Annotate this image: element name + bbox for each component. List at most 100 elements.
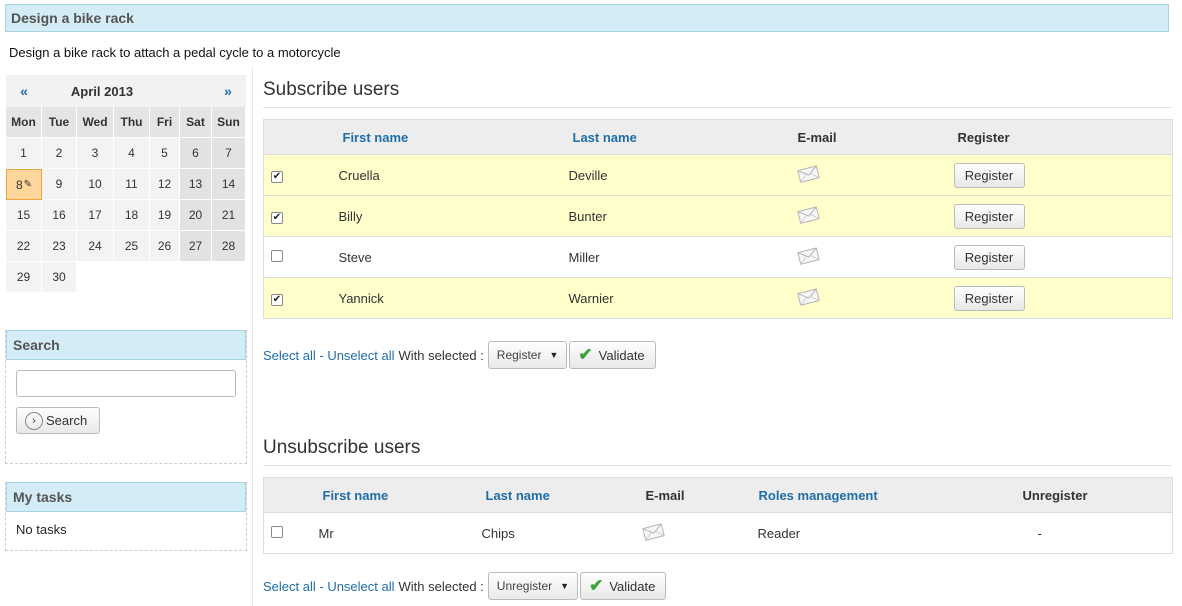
check-icon: ✔ [589,576,604,595]
register-button[interactable]: Register [953,203,1025,229]
row-checkbox[interactable]: ✔ [271,212,283,224]
calendar-day-header: Sun [212,107,246,138]
action-select[interactable]: Register ▼ [487,341,568,369]
calendar-day[interactable]: 30 [42,262,77,293]
role-cell: Reader [753,512,1018,554]
calendar-day[interactable]: 20 [180,200,212,231]
subscribe-title: Subscribe users [263,79,1172,108]
calendar-day-header: Mon [6,107,42,138]
search-button[interactable]: › Search [16,407,100,434]
calendar-next-button[interactable]: » [218,83,238,99]
column-email: E-mail [640,477,754,513]
calendar-day[interactable]: 8 ✎ [6,169,42,200]
envelope-icon[interactable] [796,246,821,266]
register-button[interactable]: Register [953,162,1025,188]
calendar: « April 2013 » Mon Tue Wed Thu Fri Sat Sun 1 2 3 4… [6,75,246,293]
unselect-all-link[interactable]: Unselect all [327,579,394,594]
row-checkbox[interactable] [271,525,283,538]
calendar-day[interactable]: 23 [42,231,77,262]
calendar-day[interactable]: 1 [6,138,42,169]
calendar-prev-button[interactable]: « [14,83,34,99]
calendar-header: « April 2013 » [6,75,246,107]
calendar-day[interactable]: 18 [114,200,150,231]
calendar-day[interactable]: 26 [150,231,180,262]
calendar-day[interactable]: 7 [212,138,246,169]
calendar-grid: Mon Tue Wed Thu Fri Sat Sun 1 2 3 4 5 6 7 8 ✎ 9 10 11 12 13 1… [6,107,246,293]
envelope-icon[interactable] [796,287,821,307]
action-select-value: Unregister [496,579,553,593]
calendar-day[interactable]: 3 [77,138,114,169]
last-name-cell: Chips [480,512,641,554]
column-last-name[interactable]: Last name [480,477,641,513]
action-select[interactable]: Unregister ▼ [487,572,579,600]
calendar-day[interactable]: 16 [42,200,77,231]
search-panel-title: Search [6,330,246,360]
calendar-day[interactable]: 10 [77,169,114,200]
calendar-day[interactable]: 2 [42,138,77,169]
page-title: Design a bike rack [5,4,1169,32]
search-panel: Search › Search [5,330,247,464]
calendar-day[interactable]: 12 [150,169,180,200]
subscribe-actions: Select all - Unselect all With selected … [263,341,656,369]
calendar-day[interactable]: 5 [150,138,180,169]
calendar-day[interactable]: 22 [6,231,42,262]
column-first-name[interactable]: First name [337,119,568,155]
calendar-day[interactable]: 11 [114,169,150,200]
envelope-icon[interactable] [641,522,666,542]
register-button[interactable]: Register [953,285,1025,311]
select-all-link[interactable]: Select all [263,348,316,363]
calendar-day[interactable]: 29 [6,262,42,293]
column-first-name[interactable]: First name [317,477,481,513]
calendar-day[interactable]: 28 [212,231,246,262]
calendar-day-header: Sat [180,107,212,138]
tasks-panel-title: My tasks [6,482,246,512]
calendar-day[interactable]: 14 [212,169,246,200]
row-checkbox[interactable] [271,249,283,262]
calendar-day[interactable]: 21 [212,200,246,231]
unsubscribe-table: First name Last name E-mail Roles manage… [263,477,1173,554]
last-name-cell: Deville [567,154,793,196]
last-name-cell: Miller [567,236,793,278]
first-name-cell: Billy [337,195,568,237]
unregister-cell[interactable]: - [1017,512,1173,554]
calendar-day[interactable]: 15 [6,200,42,231]
table-row: ✔ Cruella Deville Register [263,154,1173,196]
row-checkbox[interactable]: ✔ [271,171,283,183]
calendar-day[interactable]: 27 [180,231,212,262]
calendar-empty-cell [180,262,212,293]
action-select-value: Register [496,348,542,362]
envelope-icon[interactable] [796,205,821,225]
table-row: ✔ Yannick Warnier Register [263,277,1173,319]
column-divider [252,68,253,606]
calendar-day[interactable]: 17 [77,200,114,231]
column-register: Register [952,119,1173,155]
pencil-icon: ✎ [23,179,33,190]
calendar-day[interactable]: 4 [114,138,150,169]
tasks-empty-text: No tasks [16,522,67,537]
row-checkbox[interactable]: ✔ [271,294,283,306]
validate-label: Validate [609,578,656,594]
search-input[interactable] [16,370,236,397]
calendar-day[interactable]: 9 [42,169,77,200]
calendar-day[interactable]: 6 [180,138,212,169]
calendar-day[interactable]: 19 [150,200,180,231]
calendar-month: April 2013 [70,83,134,99]
select-all-link[interactable]: Select all [263,579,316,594]
search-button-label: Search [46,413,88,428]
calendar-day[interactable]: 24 [77,231,114,262]
first-name-cell: Steve [337,236,568,278]
chevron-right-circle-icon: › [25,411,43,430]
link-separator: - [315,578,328,594]
validate-button[interactable]: ✔ Validate [569,341,656,369]
column-last-name[interactable]: Last name [567,119,793,155]
validate-button[interactable]: ✔ Validate [580,572,667,600]
column-roles[interactable]: Roles management [753,477,1018,513]
calendar-day-label: 8 [15,177,23,192]
unselect-all-link[interactable]: Unselect all [327,348,394,363]
validate-label: Validate [598,347,645,363]
calendar-day[interactable]: 13 [180,169,212,200]
column-unregister: Unregister [1017,477,1173,513]
calendar-day[interactable]: 25 [114,231,150,262]
register-button[interactable]: Register [953,244,1025,270]
envelope-icon[interactable] [796,164,821,184]
